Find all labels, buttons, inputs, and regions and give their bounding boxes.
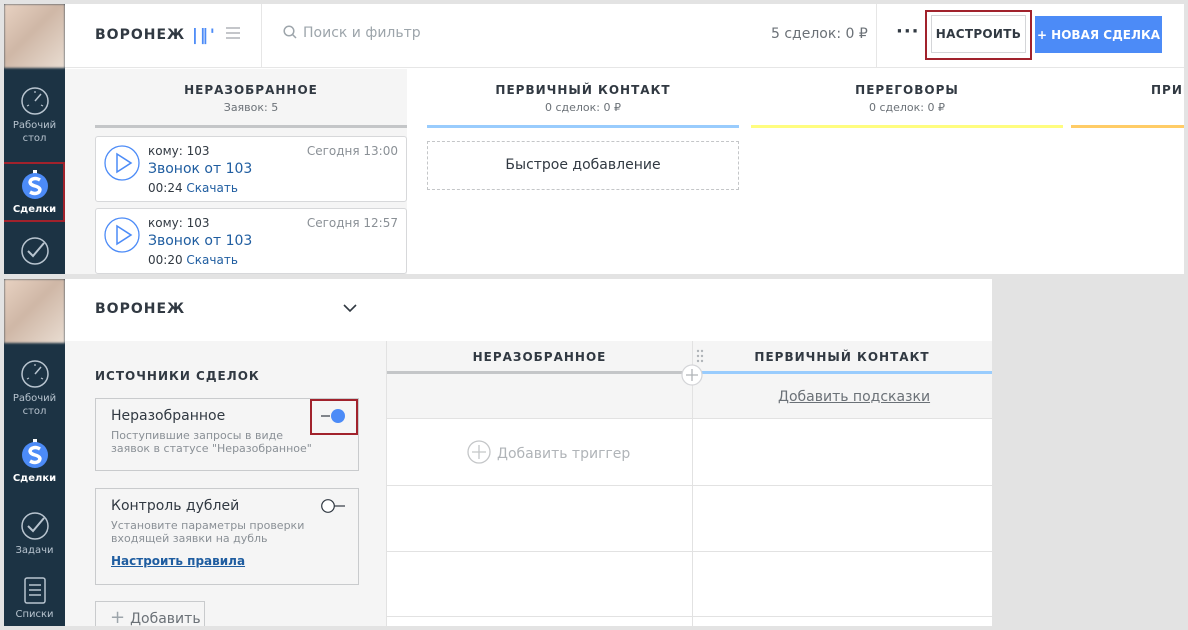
page-header: ВОРОНЕЖ |‖' Поиск и фильтр 5 сделок: 0 ₽… <box>65 4 1184 68</box>
column-header-negotiation: ПЕРЕГОВОРЫ 0 сделок: 0 ₽ <box>751 69 1063 114</box>
kanban-board: НЕРАЗОБРАННОЕ Заявок: 5 ПЕРВИЧНЫЙ КОНТАК… <box>65 69 1184 274</box>
add-source-button[interactable]: + Добавить <box>95 601 205 626</box>
header-divider <box>876 4 877 68</box>
play-icon[interactable] <box>104 145 140 181</box>
drag-handle-icon[interactable] <box>696 349 704 363</box>
grid-column-name: НЕРАЗОБРАННОЕ <box>472 350 607 364</box>
play-icon[interactable] <box>104 217 140 253</box>
toggle-switch-off[interactable] <box>320 499 346 513</box>
chevron-down-icon[interactable] <box>342 300 358 316</box>
nav-item-lists[interactable]: Списки <box>4 575 65 621</box>
grid-column-name: ПЕРВИЧНЫЙ КОНТАКТ <box>754 350 930 364</box>
nav-item-tasks[interactable]: Задачи <box>4 511 65 557</box>
source-duplicate-control: Контроль дублей Установите параметры про… <box>95 488 359 585</box>
column-color-line <box>751 125 1063 128</box>
call-card[interactable]: кому: 103 Сегодня 12:57 Звонок от 103 00… <box>95 208 407 274</box>
row-divider <box>387 616 992 617</box>
call-recipient: кому: 103 <box>148 216 210 230</box>
speedometer-icon <box>20 360 49 388</box>
search-placeholder: Поиск и фильтр <box>303 25 421 41</box>
column-header-primary-contact: ПЕРВИЧНЫЙ КОНТАКТ 0 сделок: 0 ₽ <box>427 69 739 114</box>
left-nav: Рабочий стол Сделки <box>4 4 65 274</box>
column-count: 0 сделок: 0 ₽ <box>544 101 622 114</box>
column-color-line <box>95 125 407 128</box>
call-title[interactable]: Звонок от 103 <box>148 233 252 249</box>
call-recipient: кому: 103 <box>148 144 210 158</box>
column-name: ПЕРВИЧНЫЙ КОНТАКТ <box>495 83 671 97</box>
source-name: Контроль дублей <box>111 498 240 514</box>
row-divider <box>387 551 992 552</box>
column-name: НЕРАЗОБРАННОЕ <box>184 83 318 97</box>
more-menu-icon[interactable]: ··· <box>896 21 920 42</box>
avatar[interactable] <box>4 279 65 343</box>
add-hints-link[interactable]: Добавить подсказки <box>778 389 930 405</box>
pipeline-settings-screenshot: Рабочий стол Сделки Задачи Списки ВОРОНЕ… <box>4 279 992 626</box>
pipeline-title[interactable]: ВОРОНЕЖ <box>95 27 185 43</box>
nav-label-dashboard: Рабочий стол <box>12 393 57 417</box>
search-icon <box>283 25 297 39</box>
deal-sources-panel: ИСТОЧНИКИ СДЕЛОК Неразобранное Поступивш… <box>65 341 387 626</box>
add-trigger-button[interactable]: Добавить триггер <box>467 440 630 464</box>
plus-circle-icon <box>467 440 491 464</box>
panel-title: ИСТОЧНИКИ СДЕЛОК <box>95 369 260 383</box>
search-input[interactable]: Поиск и фильтр <box>283 25 421 41</box>
column-name: ПЕРЕГОВОРЫ <box>855 83 959 97</box>
column-count: Заявок: 5 <box>223 101 279 114</box>
call-time: Сегодня 13:00 <box>306 144 398 158</box>
add-trigger-label: Добавить триггер <box>497 446 631 462</box>
source-description: Поступившие запросы в виде заявок в стат… <box>111 429 312 455</box>
header-divider <box>261 4 262 68</box>
column-name: ПРИН <box>1151 83 1184 97</box>
deals-summary: 5 сделок: 0 ₽ <box>771 26 868 42</box>
deals-highlight-frame <box>4 162 65 222</box>
call-duration: 00:24 <box>148 181 183 195</box>
settings-header: ВОРОНЕЖ <box>65 279 387 341</box>
call-duration: 00:20 <box>148 253 183 267</box>
settings-highlight-frame <box>925 10 1032 60</box>
nav-item-dashboard[interactable]: Рабочий стол <box>4 359 65 418</box>
new-deal-button[interactable]: + НОВАЯ СДЕЛКА <box>1035 16 1162 53</box>
source-name: Неразобранное <box>111 408 226 424</box>
nav-item-dashboard[interactable]: Рабочий стол <box>4 86 65 145</box>
triggers-grid: НЕРАЗОБРАННОЕ ПЕРВИЧНЫЙ КОНТАКТ Добавить… <box>387 341 992 626</box>
call-card[interactable]: кому: 103 Сегодня 13:00 Звонок от 103 00… <box>95 136 407 202</box>
left-nav: Рабочий стол Сделки Задачи Списки <box>4 279 65 626</box>
add-stage-icon[interactable] <box>681 364 703 386</box>
column-color-line <box>1071 125 1184 128</box>
list-view-icon[interactable] <box>225 25 241 41</box>
source-description: Установите параметры проверки входящей з… <box>111 519 305 545</box>
speedometer-icon <box>20 87 49 115</box>
row-divider <box>387 485 992 486</box>
nav-label-lists: Списки <box>15 609 54 620</box>
column-header-unsorted: НЕРАЗОБРАННОЕ Заявок: 5 <box>95 69 407 114</box>
quick-add-button[interactable]: Быстрое добавление <box>427 141 739 190</box>
column-count: 0 сделок: 0 ₽ <box>868 101 946 114</box>
toggle-highlight-frame <box>310 399 358 435</box>
nav-item-tasks[interactable] <box>4 236 65 269</box>
download-link[interactable]: Скачать <box>186 253 238 267</box>
nav-label-dashboard: Рабочий стол <box>12 120 57 144</box>
checkmark-icon <box>20 512 49 540</box>
configure-rules-link[interactable]: Настроить правила <box>111 554 245 568</box>
kanban-view-screenshot: Рабочий стол Сделки ВОРОНЕЖ |‖' Поиск и … <box>4 4 1184 274</box>
nav-label-deals: Сделки <box>12 473 57 484</box>
pipeline-title[interactable]: ВОРОНЕЖ <box>95 301 185 317</box>
dollar-icon <box>21 439 48 468</box>
column-color-line <box>427 125 739 128</box>
avatar[interactable] <box>4 4 65 68</box>
source-unsorted: Неразобранное Поступившие запросы в виде… <box>95 398 359 471</box>
kanban-view-icon[interactable]: |‖' <box>192 25 217 44</box>
call-time: Сегодня 12:57 <box>306 216 398 230</box>
download-link[interactable]: Скачать <box>186 181 238 195</box>
list-icon <box>23 577 46 604</box>
plus-icon: + <box>110 607 126 626</box>
checkmark-icon <box>20 237 49 265</box>
nav-item-deals[interactable]: Сделки <box>4 439 65 485</box>
add-source-label: Добавить <box>130 611 201 626</box>
column-header-next: ПРИН <box>1071 69 1184 97</box>
nav-label-tasks: Задачи <box>15 545 54 556</box>
call-title[interactable]: Звонок от 103 <box>148 161 252 177</box>
